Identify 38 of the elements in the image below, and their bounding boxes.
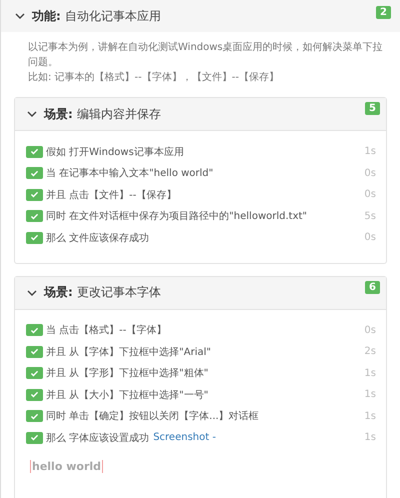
chevron-icon[interactable] bbox=[15, 13, 25, 19]
step-text: 并且 点击【文件】--【保存】 bbox=[46, 188, 176, 202]
step-text: 并且 从【大小】下拉框中选择"一号" bbox=[46, 388, 208, 402]
step-duration: 0s bbox=[364, 232, 376, 244]
step-duration: 0s bbox=[364, 189, 376, 200]
step-duration: 0s bbox=[364, 324, 376, 336]
count-badge: 2 bbox=[376, 6, 391, 19]
feature-keyword: 功能: bbox=[32, 8, 61, 24]
step-text: 并且 从【字形】下拉框中选择"粗体" bbox=[46, 366, 208, 380]
step-duration: 0s bbox=[364, 168, 376, 179]
step-duration: 5s bbox=[364, 210, 376, 222]
step-duration: 2s bbox=[364, 346, 376, 358]
step-duration: 1s bbox=[364, 146, 376, 158]
screenshot-text: hello world bbox=[30, 460, 104, 472]
step-text: 当 在记事本中输入文本"hello world" bbox=[46, 166, 214, 180]
step-text: 假如 打开Windows记事本应用 bbox=[46, 146, 184, 159]
step-duration: 1s bbox=[364, 389, 376, 400]
scenario-keyword: 场景: bbox=[44, 284, 73, 301]
count-badge: 6 bbox=[365, 280, 380, 294]
step-duration: 1s bbox=[364, 368, 376, 379]
step-text: 当 点击【格式】--【字体】 bbox=[46, 324, 166, 338]
step-duration: 1s bbox=[364, 410, 376, 422]
step-text: 并且 从【字体】下拉框中选择"Arial" bbox=[46, 346, 212, 359]
description-text: 比如: 记事本的【格式】--【字体】，【文件】--【保存】 bbox=[28, 70, 280, 85]
chevron-icon[interactable] bbox=[27, 111, 37, 117]
scenario-title: 更改记事本字体 bbox=[76, 284, 162, 301]
step-text: 那么 文件应该保存成功 bbox=[46, 232, 150, 245]
step-text: 那么 字体应该设置成功 bbox=[46, 432, 150, 445]
chevron-icon[interactable] bbox=[27, 290, 37, 296]
step-text: 同时 在文件对话框中保存为项目路径中的"helloworld.txt" bbox=[46, 210, 308, 224]
scenario-keyword: 场景: bbox=[44, 106, 73, 122]
step-text: 同时 单击【确定】按钮以关闭【字体...】对话框 bbox=[46, 410, 259, 424]
step-duration: 1s bbox=[364, 432, 376, 444]
scenario-title: 编辑内容并保存 bbox=[76, 106, 162, 122]
feature-title: 自动化记事本应用 bbox=[64, 8, 162, 24]
screenshot-link[interactable]: Screenshot - bbox=[153, 432, 216, 444]
description-text: 以记事本为例，讲解在自动化测试Windows桌面应用的时候，如何解决菜单下拉问题。 bbox=[28, 40, 384, 70]
count-badge: 5 bbox=[365, 102, 380, 115]
